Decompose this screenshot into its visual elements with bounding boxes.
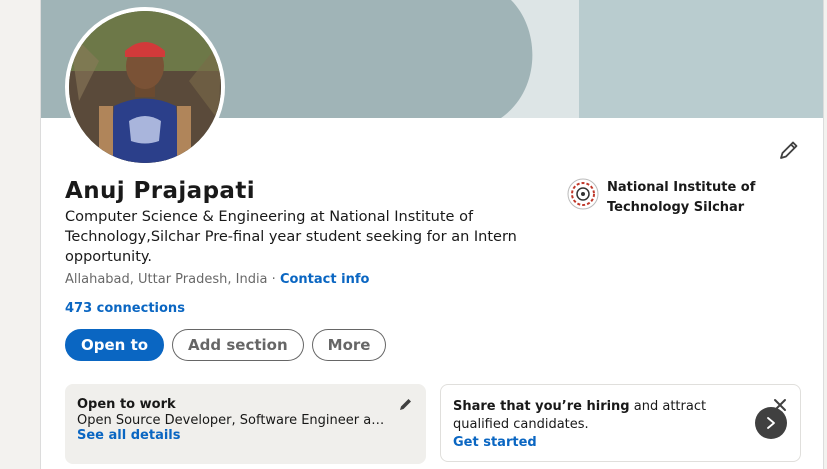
- open-to-work-title: Open to work: [77, 397, 176, 412]
- school-name: National Institute of Technology Silchar: [607, 180, 756, 215]
- get-started-link[interactable]: Get started: [453, 435, 788, 450]
- location-line: Allahabad, Uttar Pradesh, India · Contac…: [65, 272, 369, 287]
- profile-headline: Computer Science & Engineering at Nation…: [65, 209, 517, 265]
- open-to-work-card[interactable]: Open to work Open Source Developer, Soft…: [65, 384, 426, 464]
- open-to-work-roles: Open Source Developer, Software Engineer…: [77, 413, 387, 428]
- contact-info-link[interactable]: Contact info: [280, 272, 369, 287]
- hiring-text: Share that you’re hiring and attract qua…: [453, 398, 753, 434]
- pencil-icon[interactable]: [398, 396, 414, 412]
- profile-name: Anuj Prajapati: [65, 178, 256, 204]
- connections-link[interactable]: 473 connections: [65, 301, 185, 316]
- location-text: Allahabad, Uttar Pradesh, India: [65, 272, 268, 287]
- education-entry[interactable]: National Institute of Technology Silchar: [567, 178, 757, 218]
- hiring-card: Share that you’re hiring and attract qua…: [440, 384, 801, 462]
- school-logo-icon: [567, 178, 599, 210]
- profile-photo[interactable]: [65, 7, 225, 167]
- hiring-bold-text: Share that you’re hiring: [453, 399, 630, 414]
- chevron-right-icon[interactable]: [755, 407, 787, 439]
- open-to-button[interactable]: Open to: [65, 329, 165, 361]
- add-section-button[interactable]: Add section: [172, 329, 304, 361]
- profile-actions: Open to Add section More: [65, 329, 387, 361]
- more-button[interactable]: More: [311, 329, 387, 361]
- edit-intro-icon[interactable]: [776, 137, 802, 163]
- separator-dot: ·: [271, 272, 276, 287]
- see-all-details-link[interactable]: See all details: [77, 428, 414, 443]
- profile-card: Anuj Prajapati Computer Science & Engine…: [40, 0, 824, 469]
